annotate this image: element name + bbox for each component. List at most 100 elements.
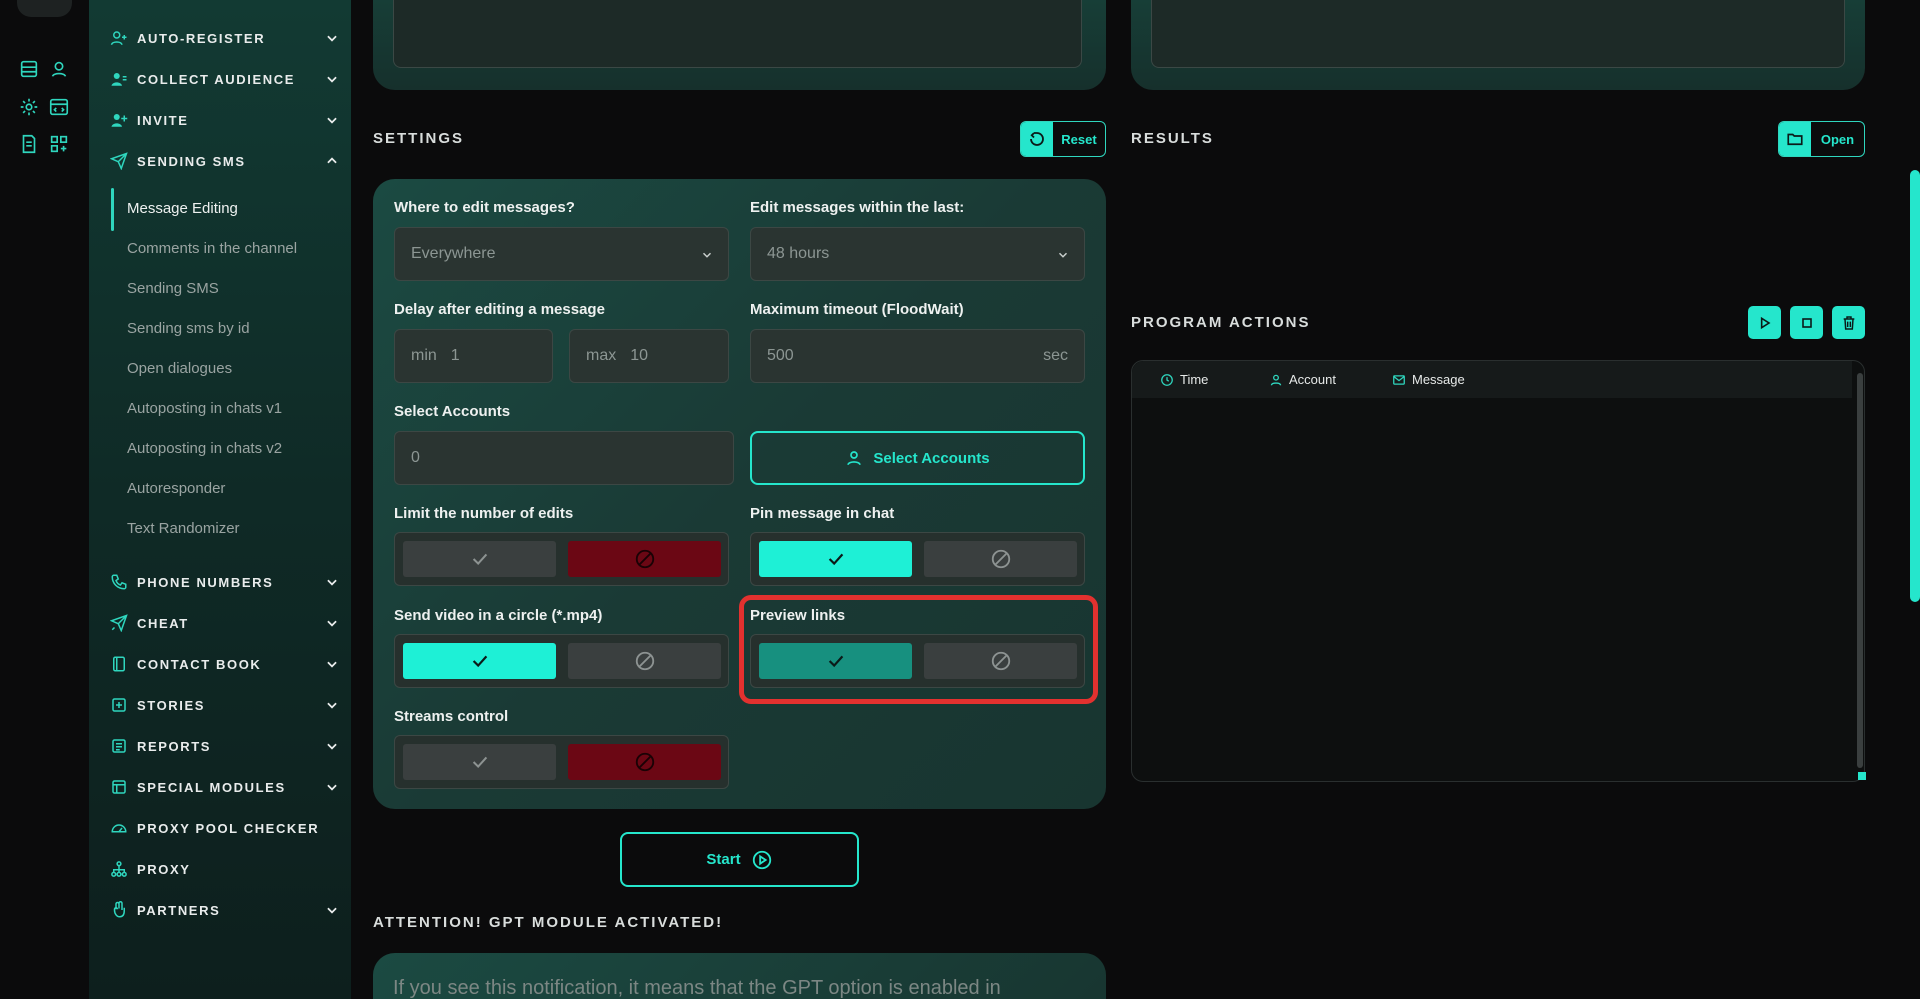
nav-auto-register[interactable]: AUTO-REGISTER bbox=[109, 20, 339, 56]
sidebar-item-autoresponder[interactable]: Autoresponder bbox=[127, 480, 225, 497]
video-off-option[interactable] bbox=[568, 643, 721, 679]
pin-off-option[interactable] bbox=[924, 541, 1077, 577]
nav-special-modules[interactable]: SPECIAL MODULES bbox=[109, 769, 339, 805]
chevron-down-icon bbox=[702, 252, 712, 258]
sidebar-item-autoposting-v2[interactable]: Autoposting in chats v2 bbox=[127, 440, 282, 457]
delay-max-input[interactable]: max 10 bbox=[569, 329, 729, 383]
nav-reports[interactable]: REPORTS bbox=[109, 728, 339, 764]
nav-proxy[interactable]: PROXY bbox=[109, 851, 339, 887]
sidebar-item-comments[interactable]: Comments in the channel bbox=[127, 240, 297, 257]
user-circle-icon[interactable] bbox=[48, 58, 70, 80]
where-select[interactable]: Everywhere bbox=[394, 227, 729, 281]
hand-icon bbox=[109, 900, 129, 920]
streams-on-option[interactable] bbox=[403, 744, 556, 780]
column-account[interactable]: Account bbox=[1269, 372, 1336, 387]
ban-icon bbox=[991, 549, 1010, 569]
nav-partners[interactable]: PARTNERS bbox=[109, 892, 339, 928]
delay-min-input[interactable]: min 1 bbox=[394, 329, 553, 383]
check-icon bbox=[472, 553, 487, 566]
sidebar-item-autoposting-v1[interactable]: Autoposting in chats v1 bbox=[127, 400, 282, 417]
ban-icon bbox=[635, 549, 654, 569]
icon-rail bbox=[0, 0, 89, 999]
gauge-icon bbox=[109, 818, 129, 838]
nav-collect-audience[interactable]: COLLECT AUDIENCE bbox=[109, 61, 339, 97]
gear-icon[interactable] bbox=[18, 96, 40, 118]
secondary-text-panel bbox=[1131, 0, 1865, 90]
column-time[interactable]: Time bbox=[1160, 372, 1208, 387]
accounts-count-input[interactable]: 0 bbox=[394, 431, 734, 485]
chevron-down-icon bbox=[327, 661, 337, 668]
pin-on-option[interactable] bbox=[759, 541, 912, 577]
reset-label: Reset bbox=[1061, 131, 1097, 147]
chevron-down-icon bbox=[327, 117, 337, 124]
clear-button[interactable] bbox=[1832, 306, 1865, 339]
check-icon bbox=[472, 655, 487, 668]
sidebar-item-message-editing[interactable]: Message Editing bbox=[127, 200, 238, 217]
plus-square-icon bbox=[109, 695, 129, 715]
program-actions-table: Time Account Message bbox=[1131, 360, 1866, 782]
timeout-input[interactable]: 500 sec bbox=[750, 329, 1085, 383]
nav-sending-sms[interactable]: SENDING SMS bbox=[109, 143, 339, 179]
page-scrollbar[interactable] bbox=[1910, 170, 1920, 602]
streams-label: Streams control bbox=[394, 708, 509, 725]
chevron-down-icon bbox=[327, 702, 337, 709]
secondary-textarea[interactable] bbox=[1151, 0, 1845, 68]
select-accounts-button[interactable]: Select Accounts bbox=[750, 431, 1085, 485]
nav-proxy-pool-checker[interactable]: PROXY POOL CHECKER bbox=[109, 810, 339, 846]
mail-icon bbox=[1393, 374, 1405, 385]
play-icon bbox=[1760, 316, 1770, 329]
chevron-down-icon bbox=[327, 35, 337, 42]
streams-off-option[interactable] bbox=[568, 744, 721, 780]
min-prefix: min bbox=[411, 347, 437, 364]
user-plus-icon bbox=[109, 28, 129, 48]
program-actions-title: PROGRAM ACTIONS bbox=[1131, 314, 1311, 331]
column-message[interactable]: Message bbox=[1392, 372, 1465, 387]
nav-cheat[interactable]: CHEAT bbox=[109, 605, 339, 641]
nav-invite[interactable]: INVITE bbox=[109, 102, 339, 138]
sidebar-item-sending-sms[interactable]: Sending SMS bbox=[127, 280, 219, 297]
nav-label: SPECIAL MODULES bbox=[137, 779, 286, 795]
user-icon bbox=[847, 451, 862, 466]
document-icon[interactable] bbox=[18, 133, 40, 155]
resize-handle[interactable] bbox=[1858, 772, 1866, 780]
sidebar-item-text-randomizer[interactable]: Text Randomizer bbox=[127, 520, 240, 537]
logo-tab[interactable] bbox=[17, 0, 72, 17]
play-button[interactable] bbox=[1748, 306, 1781, 339]
column-message-label: Message bbox=[1412, 372, 1465, 387]
user-add-icon bbox=[109, 110, 129, 130]
ban-icon bbox=[635, 752, 654, 772]
nav-phone-numbers[interactable]: PHONE NUMBERS bbox=[109, 564, 339, 600]
limit-off-option[interactable] bbox=[568, 541, 721, 577]
chevron-down-icon bbox=[327, 620, 337, 627]
nav-label: STORIES bbox=[137, 697, 206, 713]
sidebar-item-sending-by-id[interactable]: Sending sms by id bbox=[127, 320, 250, 337]
nav-label: PARTNERS bbox=[137, 902, 221, 918]
video-on-option[interactable] bbox=[403, 643, 556, 679]
column-time-label: Time bbox=[1180, 372, 1209, 387]
nav-label: SENDING SMS bbox=[137, 153, 246, 169]
within-label: Edit messages within the last: bbox=[750, 199, 965, 216]
open-button[interactable]: Open bbox=[1778, 121, 1865, 157]
delay-max-value: 10 bbox=[630, 347, 649, 364]
nav-label: COLLECT AUDIENCE bbox=[137, 71, 296, 87]
stop-button[interactable] bbox=[1790, 306, 1823, 339]
code-window-icon[interactable] bbox=[48, 96, 70, 118]
where-label: Where to edit messages? bbox=[394, 199, 575, 216]
table-scrollbar[interactable] bbox=[1857, 373, 1863, 768]
nav-contact-book[interactable]: CONTACT BOOK bbox=[109, 646, 339, 682]
database-icon[interactable] bbox=[18, 58, 40, 80]
open-label: Open bbox=[1820, 131, 1855, 147]
limit-toggle bbox=[394, 532, 729, 586]
sidebar-item-open-dialogues[interactable]: Open dialogues bbox=[127, 360, 232, 377]
within-select[interactable]: 48 hours bbox=[750, 227, 1085, 281]
reset-button[interactable]: Reset bbox=[1020, 121, 1106, 157]
gpt-title: ATTENTION! GPT MODULE ACTIVATED! bbox=[373, 914, 724, 931]
streams-toggle bbox=[394, 735, 729, 789]
grid-icon[interactable] bbox=[48, 133, 70, 155]
start-button[interactable]: Start bbox=[620, 832, 859, 887]
limit-label: Limit the number of edits bbox=[394, 505, 574, 522]
chevron-down-icon bbox=[327, 907, 337, 914]
limit-on-option[interactable] bbox=[403, 541, 556, 577]
message-textarea[interactable] bbox=[393, 0, 1082, 68]
nav-stories[interactable]: STORIES bbox=[109, 687, 339, 723]
